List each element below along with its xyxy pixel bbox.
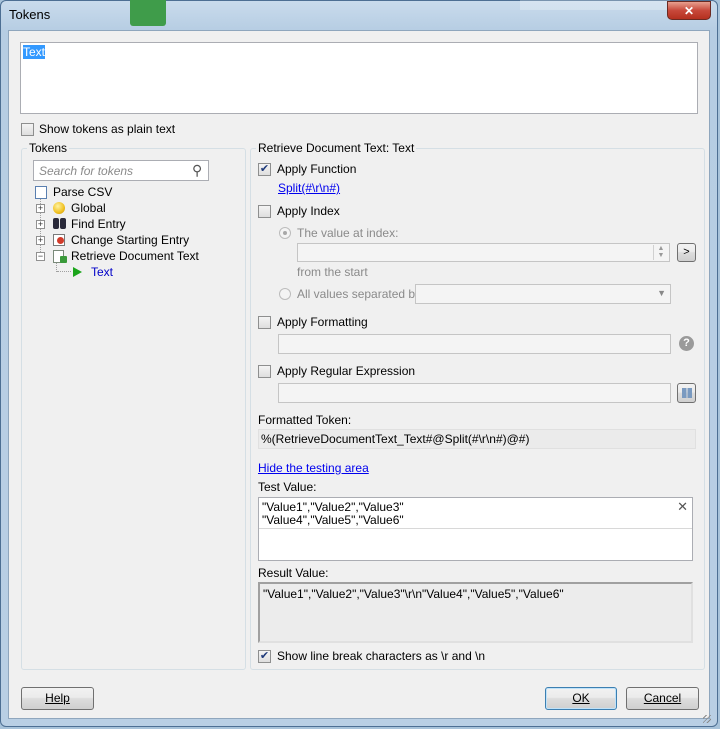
expand-icon[interactable]: + xyxy=(36,236,45,245)
background-window-glimpse xyxy=(520,0,670,10)
index-number-input[interactable]: ▲ ▼ xyxy=(297,243,670,262)
go-button[interactable]: > xyxy=(677,243,696,262)
all-values-label: All values separated by: xyxy=(297,287,425,301)
apply-index-checkbox[interactable] xyxy=(258,205,271,218)
tree-item-label: Find Entry xyxy=(71,217,126,231)
apply-function-checkbox[interactable]: ✔ xyxy=(258,163,271,176)
csv-doc-icon xyxy=(35,186,47,199)
test-value-input[interactable]: "Value1","Value2","Value3" "Value4","Val… xyxy=(258,497,693,561)
help-button-label: Help xyxy=(45,691,70,705)
apply-function-label: Apply Function xyxy=(277,162,357,176)
chevron-down-icon: ▼ xyxy=(657,288,666,298)
test-value-line: "Value4","Value5","Value6" xyxy=(262,513,404,527)
tokens-group-legend: Tokens xyxy=(27,141,70,155)
tree-item-label: Retrieve Document Text xyxy=(71,249,199,263)
globe-icon xyxy=(53,202,65,214)
grid-icon xyxy=(682,388,692,398)
cancel-button[interactable]: Cancel xyxy=(626,687,699,710)
clear-icon[interactable]: ✕ xyxy=(677,499,688,515)
regex-input[interactable] xyxy=(278,383,671,403)
token-text-area[interactable]: Text xyxy=(20,42,698,114)
tree-item-label: Text xyxy=(91,265,114,279)
tree-item-label: Global xyxy=(71,201,106,215)
result-value-label: Result Value: xyxy=(258,566,329,580)
play-arrow-icon xyxy=(73,267,82,277)
test-value-label: Test Value: xyxy=(258,480,317,494)
formatted-token-field: %(RetrieveDocumentText_Text#@Split(#\r\n… xyxy=(258,429,696,449)
show-linebreaks-checkbox[interactable]: ✔ xyxy=(258,650,271,663)
retrieve-text-group-legend: Retrieve Document Text: Text xyxy=(256,141,417,155)
result-value-field: "Value1","Value2","Value3"\r\n"Value4","… xyxy=(258,582,693,643)
all-values-radio[interactable] xyxy=(279,288,291,300)
apply-index-label: Apply Index xyxy=(277,204,340,218)
binoculars-icon xyxy=(53,218,59,229)
formatted-token-value: %(RetrieveDocumentText_Text#@Split(#\r\n… xyxy=(261,432,530,446)
formatting-input[interactable] xyxy=(278,334,671,354)
show-plain-checkbox[interactable] xyxy=(21,123,34,136)
tree-item-label: Parse CSV xyxy=(53,185,113,199)
apply-regex-checkbox[interactable] xyxy=(258,365,271,378)
spinner-icon[interactable]: ▲ ▼ xyxy=(653,245,668,260)
ok-button[interactable]: OK xyxy=(545,687,617,710)
retrieve-doc-icon-badge xyxy=(60,256,67,263)
background-app-tile xyxy=(130,0,166,26)
tree-connector xyxy=(57,271,71,272)
value-at-index-radio[interactable] xyxy=(279,227,291,239)
expand-icon[interactable]: + xyxy=(36,220,45,229)
hide-testing-link[interactable]: Hide the testing area xyxy=(258,461,369,475)
change-entry-icon-badge xyxy=(57,237,64,244)
binoculars-icon-part xyxy=(60,218,66,229)
window-title: Tokens xyxy=(9,7,51,22)
resize-grip[interactable] xyxy=(703,715,711,723)
tree-item-label: Change Starting Entry xyxy=(71,233,190,247)
separator-select[interactable]: ▼ xyxy=(415,284,671,304)
apply-formatting-checkbox[interactable] xyxy=(258,316,271,329)
close-button[interactable]: ✕ xyxy=(667,1,711,20)
result-value-text: "Value1","Value2","Value3"\r\n"Value4","… xyxy=(263,587,564,601)
token-text-selection: Text xyxy=(23,45,46,59)
help-icon[interactable]: ? xyxy=(679,336,694,351)
show-plain-label: Show tokens as plain text xyxy=(39,122,176,136)
apply-formatting-label: Apply Formatting xyxy=(277,315,368,329)
token-search-input[interactable]: Search for tokens ⚲ xyxy=(33,160,209,181)
show-linebreaks-label: Show line break characters as \r and \n xyxy=(277,649,486,663)
value-at-index-label: The value at index: xyxy=(297,226,399,240)
from-start-label: from the start xyxy=(297,265,368,279)
collapse-icon[interactable]: − xyxy=(36,252,45,261)
expand-icon[interactable]: + xyxy=(36,204,45,213)
help-button[interactable]: Help xyxy=(21,687,94,710)
token-search-placeholder: Search for tokens xyxy=(39,164,134,178)
formatted-token-label: Formatted Token: xyxy=(258,413,352,427)
search-icon[interactable]: ⚲ xyxy=(192,162,202,179)
test-value-divider xyxy=(259,528,692,529)
cancel-button-label: Cancel xyxy=(643,691,682,705)
apply-function-link[interactable]: Split(#\r\n#) xyxy=(278,181,340,195)
regex-builder-button[interactable] xyxy=(677,383,696,403)
ok-button-label: OK xyxy=(572,691,590,705)
apply-regex-label: Apply Regular Expression xyxy=(277,364,416,378)
